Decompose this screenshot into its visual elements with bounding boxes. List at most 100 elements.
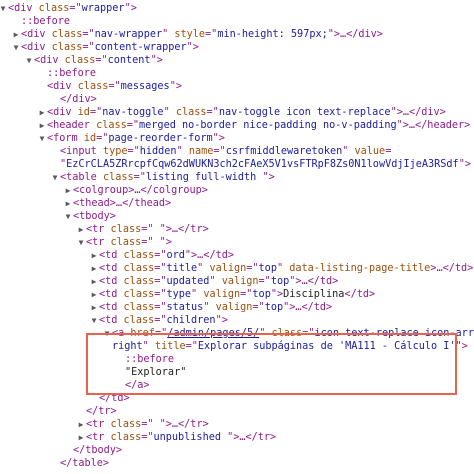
token-attr: class (96, 120, 127, 131)
dom-tree-line[interactable]: ▼ <div class="wrapper"> (0, 2, 474, 15)
collapsed-triangle-icon[interactable]: ▶ (90, 249, 98, 262)
dom-tree-line[interactable]: ▼ <tbody> (0, 210, 474, 223)
token-tag: <thead>…</thead> (73, 198, 172, 209)
expanded-triangle-icon[interactable]: ▼ (25, 54, 33, 67)
collapsed-triangle-icon[interactable]: ▶ (77, 431, 85, 444)
dom-tree-line-code: <td class="children"> (99, 314, 228, 327)
expanded-triangle-icon[interactable]: ▼ (90, 314, 98, 327)
dom-tree-line[interactable]: ▶ <colgroup>…</colgroup> (0, 184, 474, 197)
expanded-triangle-icon[interactable]: ▼ (103, 327, 111, 340)
dom-tree-line[interactable]: ▶ <thead>…</thead> (0, 197, 474, 210)
token-val: nav-wrapper (94, 29, 163, 40)
collapsed-triangle-icon[interactable]: ▶ (77, 418, 85, 431)
token-attr: valign (221, 276, 259, 287)
dom-tree-line-code: <td class="updated" valign="top">…</td> (99, 275, 338, 288)
token-tag: <td (99, 289, 124, 300)
token-tag: ">…</td> (283, 302, 333, 313)
token-attr: data-listing-page-title (289, 263, 431, 274)
token-tag: " (203, 302, 216, 313)
token-attr: class (123, 302, 155, 313)
dom-tree-line[interactable]: </a> (0, 379, 474, 392)
dom-tree-line[interactable]: <input type="hidden" name="csrfmiddlewar… (0, 145, 474, 158)
token-attr: class (110, 419, 142, 430)
dom-tree-line-code: </tr> (86, 405, 117, 418)
collapsed-triangle-icon[interactable]: ▶ (38, 119, 46, 132)
token-tag: ">…</tr> (159, 224, 209, 235)
dom-tree-line[interactable]: ::before (0, 353, 474, 366)
dom-tree-line[interactable]: ▶ <tr class=" ">…</tr> (0, 418, 474, 431)
dom-tree-line[interactable]: ▶ <td class="updated" valign="top">…</td> (0, 275, 474, 288)
collapsed-triangle-icon[interactable]: ▶ (90, 262, 98, 275)
dom-tree-line[interactable]: ::before (0, 15, 474, 28)
token-tag: <div (34, 55, 65, 66)
dom-tree-line[interactable]: </td> (0, 392, 474, 405)
token-tag: </div> (60, 94, 97, 105)
collapsed-triangle-icon[interactable]: ▶ (90, 288, 98, 301)
expanded-triangle-icon[interactable]: ▼ (12, 41, 20, 54)
expanded-triangle-icon[interactable]: ▼ (77, 236, 85, 249)
token-tag: ">…</tr> (227, 432, 277, 443)
dom-tree-line-code: <div class="nav-wrapper" style="min-heig… (21, 28, 383, 41)
expanded-triangle-icon[interactable]: ▼ (38, 132, 46, 145)
collapsed-triangle-icon[interactable]: ▶ (90, 301, 98, 314)
dom-tree-line[interactable]: ▼ <div class="content"> (0, 54, 474, 67)
token-tag: =" (213, 146, 226, 157)
token-text: "Explorar" (125, 367, 187, 378)
collapsed-triangle-icon[interactable]: ▶ (90, 275, 98, 288)
dom-tree-line-code: <td class="status" valign="top">…</td> (99, 301, 332, 314)
dom-tree-line[interactable]: </tbody> (0, 444, 474, 457)
dom-tree-line[interactable]: ▶ <div class="nav-wrapper" style="min-hei… (0, 28, 474, 41)
token-tag: =" (141, 237, 154, 248)
token-tag: </a> (125, 380, 150, 391)
collapsed-triangle-icon[interactable]: ▶ (64, 184, 72, 197)
dom-tree-line[interactable]: ▼ <td class="children"> (0, 314, 474, 327)
dom-tree-line[interactable]: ▶ <td class="ord">…</td> (0, 249, 474, 262)
token-attr: class (51, 42, 83, 53)
collapsed-triangle-icon[interactable]: ▶ (64, 197, 72, 210)
dom-tree-line[interactable]: ▶ <tr class="unpublished ">…</tr> (0, 431, 474, 444)
expanded-triangle-icon[interactable]: ▼ (51, 171, 59, 184)
dom-tree-line[interactable]: ▼ <a href="/admin/pages/5/" class="icon t… (0, 327, 474, 340)
dom-tree-line[interactable]: "EzCrCLA5ZRrcpfCqw62dWUKN3ch2cFAeX5V1vsF… (0, 158, 474, 171)
expanded-triangle-icon[interactable]: ▼ (64, 210, 72, 223)
collapsed-triangle-icon[interactable]: ▶ (77, 223, 85, 236)
dom-tree-line[interactable]: ▶ <td class="title" valign="top" data-lis… (0, 262, 474, 275)
dom-tree-line[interactable]: ▶ <div id="nav-toggle" class="nav-toggle … (0, 106, 474, 119)
dom-tree-line[interactable]: ▶ <td class="status" valign="top">…</td> (0, 301, 474, 314)
collapsed-triangle-icon[interactable]: ▶ (12, 28, 20, 41)
dom-tree-line[interactable]: <div class="messages"> (0, 80, 474, 93)
token-link[interactable]: /admin/pages/5/ (167, 328, 259, 339)
dom-tree-line[interactable]: </div> (0, 93, 474, 106)
token-tag: ">…</header> (396, 120, 471, 131)
token-tag: <tr (86, 419, 111, 430)
dom-tree-line[interactable]: ▼ <tr class=" "> (0, 236, 474, 249)
dom-tree-line-code: <tbody> (73, 210, 116, 223)
dom-tree-line[interactable]: ▶ <tr class=" ">…</tr> (0, 223, 474, 236)
token-attr: class (123, 289, 155, 300)
expanded-triangle-icon[interactable]: ▼ (0, 2, 7, 15)
token-val: top (258, 263, 277, 274)
dom-tree-line[interactable]: </table> (0, 457, 474, 470)
dom-tree-line[interactable]: ▶ <td class="type" valign="top">Disciplin… (0, 288, 474, 301)
dom-tree-line[interactable]: </tr> (0, 405, 474, 418)
token-val: top (264, 302, 284, 313)
token-tag: =" (108, 81, 121, 92)
dom-tree-line[interactable]: "Explorar" (0, 366, 474, 379)
dom-tree-line[interactable]: ▼ <form id="page-reorder-form"> (0, 132, 474, 145)
token-attr: class (110, 432, 142, 443)
dom-tree-line[interactable]: right" title="Explorar subpáginas de 'MA… (0, 340, 474, 353)
token-tag: <tr (86, 237, 111, 248)
token-tag: " (142, 341, 155, 352)
dom-tree-line-code: <form id="page-reorder-form"> (47, 132, 225, 145)
dom-tree-line[interactable]: ::before (0, 67, 474, 80)
dom-tree-line[interactable]: ▶ <header class="merged no-border nice-pa… (0, 119, 474, 132)
token-tag: =" (302, 328, 315, 339)
token-attr: class (51, 29, 83, 40)
token-tag: =" (154, 302, 167, 313)
dom-tree-line-code: </tbody> (73, 444, 122, 457)
dom-tree-line[interactable]: ▼ <div class="content-wrapper"> (0, 41, 474, 54)
token-tag: <td (99, 315, 124, 326)
collapsed-triangle-icon[interactable]: ▶ (38, 106, 46, 119)
dom-tree-line[interactable]: ▼ <table class="listing full-width "> (0, 171, 474, 184)
token-tag: =" (154, 276, 167, 287)
